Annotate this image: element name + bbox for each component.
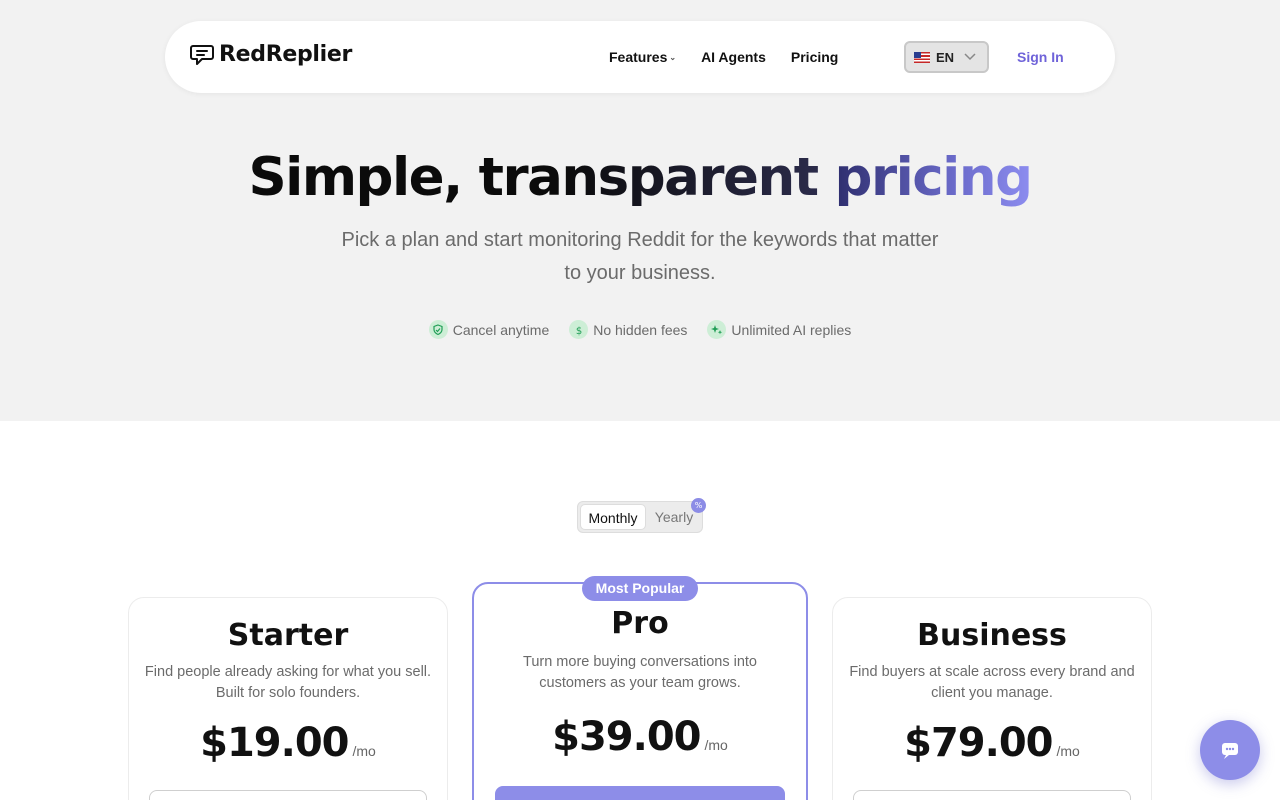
- plan-period: /mo: [704, 737, 728, 753]
- badge-cancel-anytime: Cancel anytime: [428, 320, 550, 339]
- nav-features-label: Features: [609, 49, 668, 65]
- page-subtitle: Pick a plan and start monitoring Reddit …: [341, 229, 939, 284]
- chat-icon: [1222, 743, 1238, 759]
- page-title: Simple, transparent pricing: [0, 146, 1280, 210]
- us-flag-icon: [914, 51, 930, 63]
- sparkles-icon: [707, 320, 727, 339]
- plan-card-starter: Starter Find people already asking for w…: [128, 597, 448, 800]
- svg-text:$: $: [576, 326, 582, 336]
- discount-percent-icon: %: [691, 498, 706, 513]
- badge-label: Unlimited AI replies: [731, 321, 852, 338]
- badge-label: No hidden fees: [593, 321, 688, 338]
- plan-period: /mo: [1056, 743, 1080, 759]
- nav-features[interactable]: Features ⌄: [609, 49, 676, 65]
- plan-card-pro: Pro Turn more buying conversations into …: [472, 582, 808, 800]
- plan-card-business: Business Find buyers at scale across eve…: [832, 597, 1152, 800]
- plan-price-row: $39.00 /mo: [474, 714, 806, 760]
- plan-price-row: $79.00 /mo: [833, 720, 1151, 766]
- badge-no-hidden-fees: $ No hidden fees: [569, 320, 687, 339]
- hero-section: RedReplier Features ⌄ AI Agents Pricing …: [0, 0, 1280, 421]
- brand-logo[interactable]: RedReplier: [189, 41, 352, 67]
- brand-name: RedReplier: [219, 41, 353, 67]
- plan-name: Pro: [611, 606, 669, 641]
- plan-name: Starter: [227, 618, 349, 653]
- nav-ai-agents[interactable]: AI Agents: [701, 49, 766, 65]
- billing-toggle: Monthly Yearly: [577, 501, 703, 533]
- most-popular-badge: Most Popular: [582, 576, 698, 601]
- plan-cta-button[interactable]: [853, 790, 1131, 800]
- plan-description: Find buyers at scale across every brand …: [849, 664, 1135, 701]
- shield-check-icon: [428, 320, 448, 339]
- nav-links: Features ⌄ AI Agents Pricing: [609, 21, 863, 93]
- plan-price: $39.00: [552, 714, 701, 760]
- chevron-down-icon: [964, 53, 976, 61]
- plan-description: Turn more buying conversations into cust…: [523, 654, 757, 691]
- sign-in-link[interactable]: Sign In: [1017, 21, 1064, 93]
- plan-period: /mo: [352, 743, 376, 759]
- plan-name: Business: [917, 618, 1067, 653]
- plan-cta-button[interactable]: [149, 790, 427, 800]
- title-accent: pricing: [834, 147, 1034, 208]
- plan-description: Find people already asking for what you …: [144, 664, 432, 701]
- badge-label: Cancel anytime: [452, 321, 550, 338]
- trust-badges: Cancel anytime $ No hidden fees Unlimite…: [0, 320, 1280, 339]
- chat-bubble-logo-icon: [190, 45, 214, 65]
- nav-pricing[interactable]: Pricing: [791, 49, 838, 65]
- plan-price: $19.00: [200, 720, 349, 766]
- chat-widget-button[interactable]: [1200, 720, 1260, 780]
- plan-price: $79.00: [904, 720, 1053, 766]
- dollar-icon: $: [569, 320, 589, 339]
- badge-unlimited-ai-replies: Unlimited AI replies: [707, 320, 851, 339]
- language-code: EN: [936, 49, 955, 65]
- chevron-down-icon: ⌄: [669, 52, 677, 62]
- plan-price-row: $19.00 /mo: [129, 720, 447, 766]
- top-navbar: RedReplier Features ⌄ AI Agents Pricing …: [165, 21, 1115, 93]
- title-plain: Simple, transparent: [248, 147, 819, 208]
- language-selector[interactable]: EN: [904, 41, 989, 73]
- plan-cta-button[interactable]: [495, 786, 785, 800]
- billing-monthly-option[interactable]: Monthly: [580, 504, 646, 530]
